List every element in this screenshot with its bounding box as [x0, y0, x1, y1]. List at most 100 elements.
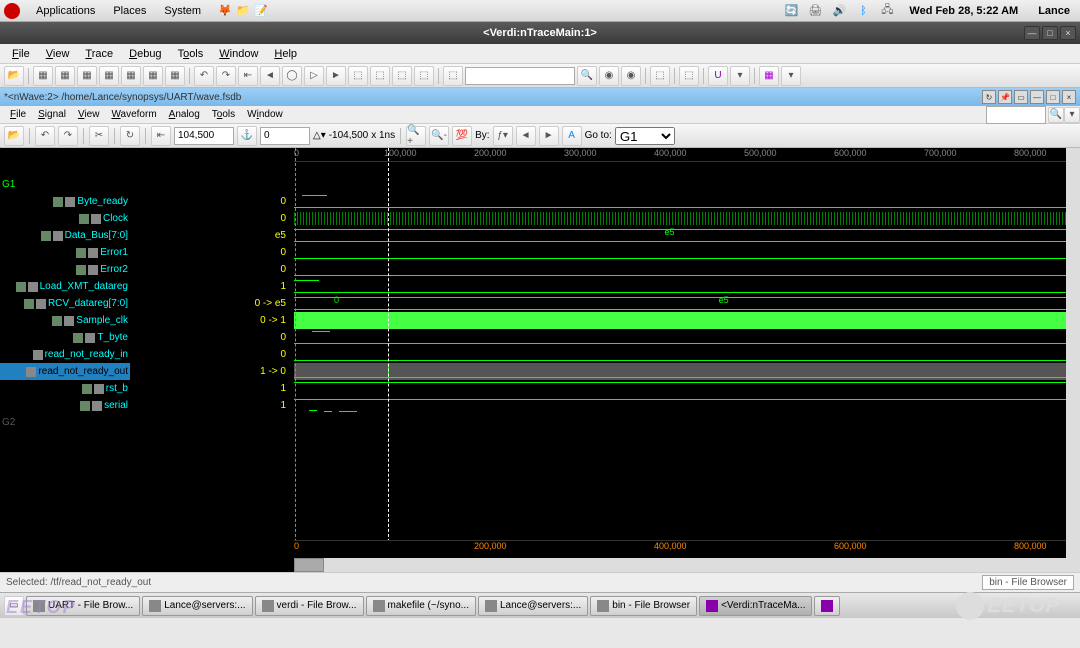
- notes-icon[interactable]: 📝: [253, 3, 269, 19]
- menu-view[interactable]: View: [38, 46, 78, 62]
- nav3-icon[interactable]: ▦: [77, 66, 97, 86]
- nwave-menu-icon[interactable]: ▾: [1064, 107, 1080, 123]
- signal-row[interactable]: Data_Bus[7:0]: [0, 227, 130, 244]
- signal-row[interactable]: Clock: [0, 210, 130, 227]
- system-menu[interactable]: System: [156, 3, 209, 19]
- task-button[interactable]: makefile (~/syno...: [366, 596, 476, 616]
- waveform-canvas[interactable]: 0 100,000 200,000 300,000 400,000 500,00…: [294, 148, 1066, 572]
- time-ruler[interactable]: 0 100,000 200,000 300,000 400,000 500,00…: [294, 148, 1066, 162]
- user-menu[interactable]: Lance: [1032, 5, 1076, 17]
- subwin-max-icon[interactable]: □: [1046, 90, 1060, 104]
- uvm-dd-icon[interactable]: ▾: [730, 66, 750, 86]
- undo-icon[interactable]: ↶: [35, 126, 55, 146]
- tool-d-icon[interactable]: ⬚: [414, 66, 434, 86]
- refresh2-icon[interactable]: ↻: [120, 126, 140, 146]
- menu-window[interactable]: Window: [211, 46, 266, 62]
- misc2-icon[interactable]: ⬚: [679, 66, 699, 86]
- signal-row[interactable]: Error1: [0, 244, 130, 261]
- firefox-icon[interactable]: 🦊: [217, 3, 233, 19]
- signal-row[interactable]: T_byte: [0, 329, 130, 346]
- first-icon[interactable]: ⇤: [238, 66, 258, 86]
- wave-dd-icon[interactable]: ▾: [781, 66, 801, 86]
- search-icon[interactable]: 🔍: [577, 66, 597, 86]
- open-icon[interactable]: 📂: [4, 66, 24, 86]
- update-icon[interactable]: 🔄: [783, 3, 799, 19]
- menu-help[interactable]: Help: [266, 46, 305, 62]
- places-menu[interactable]: Places: [105, 3, 154, 19]
- tool-c-icon[interactable]: ⬚: [392, 66, 412, 86]
- nav7-icon[interactable]: ▦: [165, 66, 185, 86]
- find-a-icon[interactable]: ◉: [599, 66, 619, 86]
- nwave-menu-tools[interactable]: Tools: [206, 108, 241, 121]
- find-b-icon[interactable]: ◉: [621, 66, 641, 86]
- signal-group-g1[interactable]: G1: [0, 176, 130, 193]
- subwin-a-icon[interactable]: ▭: [1014, 90, 1028, 104]
- signal-row[interactable]: rst_b: [0, 380, 130, 397]
- signal-row[interactable]: serial: [0, 397, 130, 414]
- goto-select[interactable]: G1: [615, 127, 675, 145]
- task-button[interactable]: Lance@servers:...: [142, 596, 252, 616]
- task-button[interactable]: verdi - File Brow...: [255, 596, 364, 616]
- close-button[interactable]: ×: [1060, 26, 1076, 40]
- network-icon[interactable]: 🖧: [879, 3, 895, 19]
- back-icon[interactable]: ↶: [194, 66, 214, 86]
- signal-row-selected[interactable]: read_not_ready_out: [0, 363, 130, 380]
- subwin-refresh-icon[interactable]: ↻: [982, 90, 996, 104]
- bluetooth-icon[interactable]: ᛒ: [855, 3, 871, 19]
- search-all-icon[interactable]: A: [562, 126, 582, 146]
- fwd-icon[interactable]: ↷: [216, 66, 236, 86]
- nwave-menu-view[interactable]: View: [72, 108, 106, 121]
- nav2-icon[interactable]: ▦: [55, 66, 75, 86]
- task-button[interactable]: bin - File Browser: [590, 596, 697, 616]
- cut-icon[interactable]: ✂: [89, 126, 109, 146]
- anchor-icon[interactable]: ⚓: [237, 126, 257, 146]
- zoom-in-icon[interactable]: 🔍+: [406, 126, 426, 146]
- nwave-search-icon[interactable]: 🔍: [1048, 107, 1064, 123]
- time-cursor[interactable]: [388, 148, 389, 572]
- nwave-menu-signal[interactable]: Signal: [32, 108, 72, 121]
- uvm-icon[interactable]: U: [708, 66, 728, 86]
- task-button[interactable]: Lance@servers:...: [478, 596, 588, 616]
- redhat-logo-icon[interactable]: [4, 3, 20, 19]
- signal-group-g2[interactable]: G2: [0, 414, 130, 431]
- search-next-icon[interactable]: ►: [539, 126, 559, 146]
- tool-a-icon[interactable]: ⬚: [348, 66, 368, 86]
- nwave-menu-waveform[interactable]: Waveform: [105, 108, 162, 121]
- zoom-out-icon[interactable]: 🔍-: [429, 126, 449, 146]
- nav5-icon[interactable]: ▦: [121, 66, 141, 86]
- minimize-button[interactable]: —: [1024, 26, 1040, 40]
- nwave-menu-analog[interactable]: Analog: [163, 108, 206, 121]
- nwave-menu-file[interactable]: File: [4, 108, 32, 121]
- next-icon[interactable]: ►: [326, 66, 346, 86]
- signal-row[interactable]: Load_XMT_datareg: [0, 278, 130, 295]
- misc1-icon[interactable]: ⬚: [650, 66, 670, 86]
- nwave-menu-window[interactable]: Window: [241, 108, 289, 121]
- play-icon[interactable]: ▷: [304, 66, 324, 86]
- subwin-close-icon[interactable]: ×: [1062, 90, 1076, 104]
- signal-row[interactable]: RCV_datareg[7:0]: [0, 295, 130, 312]
- tool-b-icon[interactable]: ⬚: [370, 66, 390, 86]
- value-panel[interactable]: 0 0 e5 0 0 1 0 -> e5 0 -> 1 0 0 1 -> 0 1…: [130, 148, 294, 572]
- stop-icon[interactable]: ◯: [282, 66, 302, 86]
- task-button[interactable]: [814, 596, 840, 616]
- subwin-pin-icon[interactable]: 📌: [998, 90, 1012, 104]
- signal-row[interactable]: read_not_ready_in: [0, 346, 130, 363]
- search-prev-icon[interactable]: ◄: [516, 126, 536, 146]
- wave-icon[interactable]: ▦: [759, 66, 779, 86]
- cursor-first-icon[interactable]: ⇤: [151, 126, 171, 146]
- launcher-icon[interactable]: 📁: [235, 3, 251, 19]
- time-cursor-2[interactable]: [295, 148, 296, 572]
- subwin-min-icon[interactable]: —: [1030, 90, 1044, 104]
- time-input[interactable]: [174, 127, 234, 145]
- signal-row[interactable]: Byte_ready: [0, 193, 130, 210]
- wave-open-icon[interactable]: 📂: [4, 126, 24, 146]
- signal-row[interactable]: Error2: [0, 261, 130, 278]
- printer-icon[interactable]: 🖨: [807, 3, 823, 19]
- maximize-button[interactable]: □: [1042, 26, 1058, 40]
- menu-trace[interactable]: Trace: [77, 46, 121, 62]
- nav6-icon[interactable]: ▦: [143, 66, 163, 86]
- nav4-icon[interactable]: ▦: [99, 66, 119, 86]
- by-mode-icon[interactable]: ƒ▾: [493, 126, 513, 146]
- applications-menu[interactable]: Applications: [28, 3, 103, 19]
- v-scrollbar[interactable]: [1066, 148, 1080, 572]
